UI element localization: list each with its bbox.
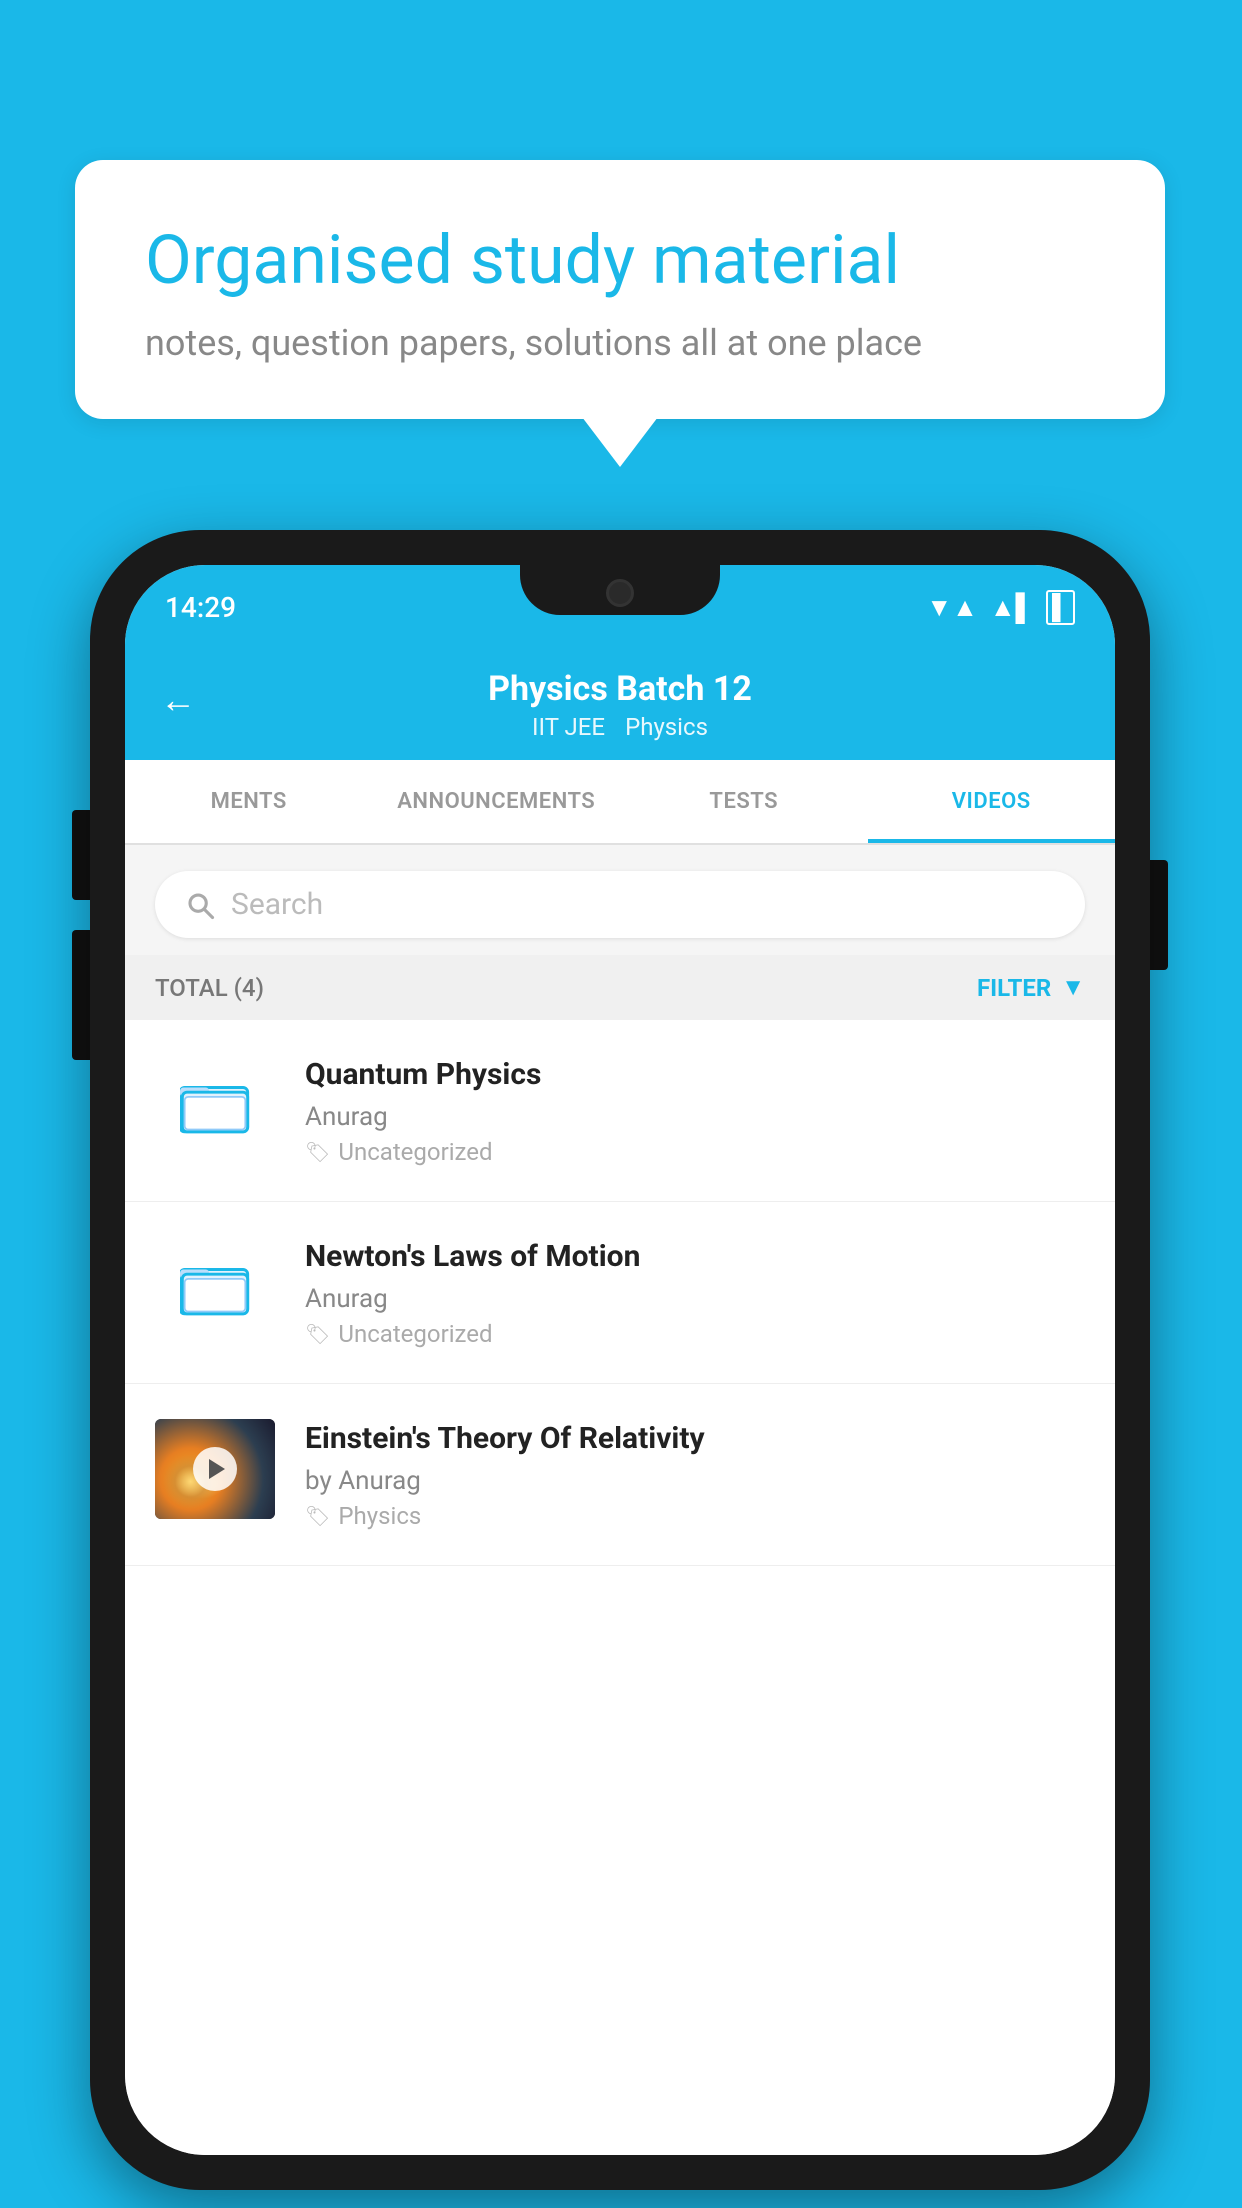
- video-title: Einstein's Theory Of Relativity: [305, 1419, 1085, 1458]
- tab-announcements[interactable]: ANNOUNCEMENTS: [373, 760, 621, 843]
- phone-frame: 14:29 ▼▲ ▲▌ ▌ ← Physics Batch 12 IIT JEE…: [90, 530, 1150, 2190]
- list-item[interactable]: Newton's Laws of Motion Anurag 🏷 Uncateg…: [125, 1202, 1115, 1384]
- tab-ments[interactable]: MENTS: [125, 760, 373, 843]
- folder-icon-wrap: [155, 1055, 275, 1155]
- folder-icon: [180, 1252, 250, 1322]
- filter-bar: TOTAL (4) FILTER ▼: [125, 955, 1115, 1020]
- video-author: by Anurag: [305, 1466, 1085, 1496]
- tag-icon: 🏷: [305, 1140, 330, 1164]
- volume-up-button: [72, 810, 90, 900]
- filter-funnel-icon: ▼: [1061, 973, 1085, 1002]
- wifi-icon: ▼▲: [926, 592, 977, 623]
- list-item[interactable]: Einstein's Theory Of Relativity by Anura…: [125, 1384, 1115, 1566]
- folder-icon: [180, 1070, 250, 1140]
- tag-label: Uncategorized: [338, 1138, 492, 1166]
- video-info: Newton's Laws of Motion Anurag 🏷 Uncateg…: [305, 1237, 1085, 1348]
- tag-icon: 🏷: [305, 1504, 330, 1528]
- filter-label: FILTER: [977, 974, 1051, 1002]
- status-icons: ▼▲ ▲▌ ▌: [926, 590, 1075, 625]
- bubble-title: Organised study material: [145, 220, 1095, 302]
- tag-label: Uncategorized: [338, 1320, 492, 1348]
- video-tag: 🏷 Uncategorized: [305, 1320, 1085, 1348]
- phone-screen: 14:29 ▼▲ ▲▌ ▌ ← Physics Batch 12 IIT JEE…: [125, 565, 1115, 2155]
- search-bar-wrap: Search: [125, 853, 1115, 956]
- bubble-subtitle: notes, question papers, solutions all at…: [145, 322, 1095, 364]
- search-input-container[interactable]: Search: [155, 871, 1085, 938]
- folder-icon-wrap: [155, 1237, 275, 1337]
- play-button[interactable]: [193, 1447, 237, 1491]
- tag-icon: 🏷: [305, 1322, 330, 1346]
- total-count: TOTAL (4): [155, 974, 264, 1002]
- tag-label: Physics: [338, 1502, 421, 1530]
- play-triangle-icon: [209, 1459, 225, 1479]
- video-list: Quantum Physics Anurag 🏷 Uncategorized: [125, 1020, 1115, 2155]
- status-time: 14:29: [165, 591, 236, 624]
- app-header: ← Physics Batch 12 IIT JEE Physics: [125, 640, 1115, 760]
- back-button[interactable]: ←: [160, 679, 196, 721]
- header-subject: IIT JEE: [532, 713, 605, 741]
- list-item[interactable]: Quantum Physics Anurag 🏷 Uncategorized: [125, 1020, 1115, 1202]
- power-button: [1150, 860, 1168, 970]
- video-title: Newton's Laws of Motion: [305, 1237, 1085, 1276]
- tabs-bar: MENTS ANNOUNCEMENTS TESTS VIDEOS: [125, 760, 1115, 845]
- video-thumbnail: [155, 1419, 275, 1519]
- volume-down-button: [72, 930, 90, 1060]
- video-info: Einstein's Theory Of Relativity by Anura…: [305, 1419, 1085, 1530]
- header-title: Physics Batch 12: [488, 669, 752, 709]
- search-placeholder: Search: [231, 887, 323, 922]
- video-info: Quantum Physics Anurag 🏷 Uncategorized: [305, 1055, 1085, 1166]
- video-tag: 🏷 Physics: [305, 1502, 1085, 1530]
- header-subtitle: IIT JEE Physics: [532, 713, 708, 741]
- header-topic: Physics: [625, 713, 708, 741]
- speech-bubble: Organised study material notes, question…: [75, 160, 1165, 419]
- signal-icon: ▲▌: [990, 592, 1034, 623]
- filter-button[interactable]: FILTER ▼: [977, 973, 1085, 1002]
- tab-videos[interactable]: VIDEOS: [868, 760, 1116, 843]
- notch: [520, 565, 720, 615]
- video-author: Anurag: [305, 1284, 1085, 1314]
- search-icon: [185, 890, 215, 920]
- video-author: Anurag: [305, 1102, 1085, 1132]
- battery-icon: ▌: [1046, 590, 1075, 625]
- camera: [606, 579, 634, 607]
- video-tag: 🏷 Uncategorized: [305, 1138, 1085, 1166]
- video-title: Quantum Physics: [305, 1055, 1085, 1094]
- tab-tests[interactable]: TESTS: [620, 760, 868, 843]
